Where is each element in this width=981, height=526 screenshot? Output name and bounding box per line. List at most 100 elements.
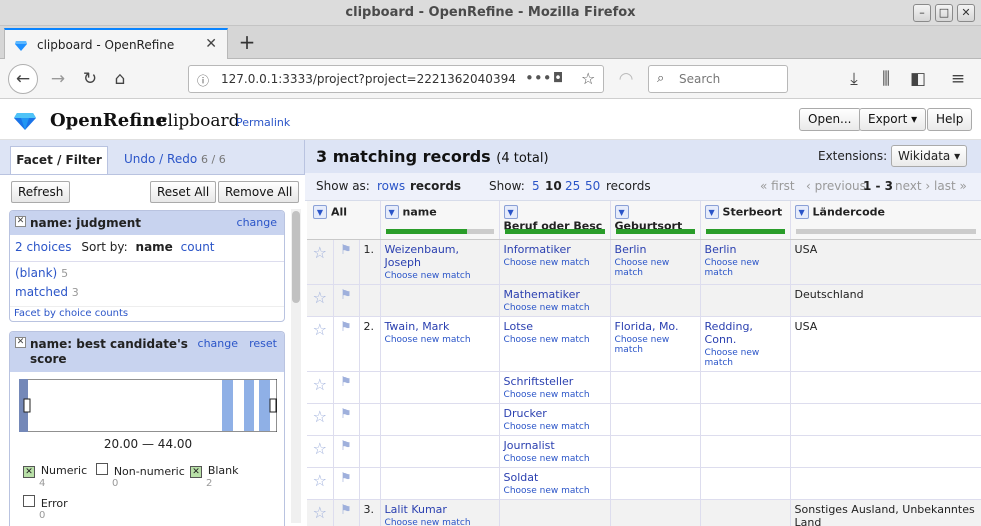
reconciled-link[interactable]: Lotse [504,320,606,333]
column-menu-icon[interactable]: ▼ [384,205,399,219]
check-blank[interactable]: ✕ Blank 2 [190,463,270,489]
reconciled-link[interactable]: Weizenbaum, Joseph [385,243,495,269]
column-menu-icon[interactable]: ▼ [794,205,809,219]
page-size-10[interactable]: 10 [545,179,562,193]
page-size-50[interactable]: 50 [585,179,600,193]
checkbox-icon[interactable] [23,495,35,507]
openrefine-logo-icon[interactable] [14,112,36,130]
choose-new-match-link[interactable]: Choose new match [385,271,495,281]
checkbox-icon[interactable] [96,463,108,475]
sort-by-name[interactable]: name [136,240,173,254]
home-icon[interactable]: ⌂ [106,65,134,93]
menu-icon[interactable]: ≡ [944,65,972,93]
facet-choice-label[interactable]: matched [15,285,68,299]
sidebar-icon[interactable]: ◧ [904,65,932,93]
choose-new-match-link[interactable]: Choose new match [504,303,606,313]
reconciled-link[interactable]: Redding, Conn. [705,320,786,346]
library-icon[interactable]: ⫼ [872,65,900,93]
flag-icon[interactable]: ⚑ [338,320,355,335]
facet-change-link[interactable]: change [237,216,277,229]
sort-by-count[interactable]: count [181,240,215,254]
downloads-icon[interactable]: ⤓ [840,65,868,93]
facet-choice[interactable]: matched 3 [10,284,284,306]
url-text[interactable]: 127.0.0.1:3333/project?project=222136204… [221,72,516,86]
tab-facet-filter[interactable]: Facet / Filter [10,146,108,174]
column-menu-icon[interactable]: ▼ [503,205,518,219]
reset-all-button[interactable]: Reset All [150,181,217,203]
checkbox-checked-icon[interactable]: ✕ [190,466,202,478]
tab-close-icon[interactable]: ✕ [205,36,217,52]
page-size-25[interactable]: 25 [565,179,580,193]
star-icon[interactable]: ☆ [311,407,329,426]
show-as-records[interactable]: records [410,179,461,193]
check-non-numeric[interactable]: Non-numeric 0 [96,463,186,489]
choose-new-match-link[interactable]: Choose new match [504,335,606,345]
tab-undo-redo[interactable]: Undo / Redo 6 / 6 [124,152,226,166]
pocket-icon[interactable]: ◘ [553,71,563,86]
reconciled-link[interactable]: Mathematiker [504,288,606,301]
remove-facet-icon[interactable]: ✕ [15,216,26,227]
check-numeric[interactable]: ✕ Numeric 4 [23,463,103,489]
facet-choice[interactable]: (blank) 5 [10,262,284,284]
site-info-icon[interactable]: ⓘ [197,72,209,89]
reconciled-link[interactable]: Florida, Mo. [615,320,696,333]
remove-facet-icon[interactable]: ✕ [15,337,26,348]
new-tab-icon[interactable]: + [236,30,258,54]
choose-new-match-link[interactable]: Choose new match [504,258,606,268]
choose-new-match-link[interactable]: Choose new match [615,335,696,355]
undo-redo-label[interactable]: Undo / Redo [124,152,197,166]
help-button[interactable]: Help [927,108,973,131]
checkbox-checked-icon[interactable]: ✕ [23,466,35,478]
reconciled-link[interactable]: Drucker [504,407,606,420]
star-icon[interactable]: ☆ [311,375,329,394]
choose-new-match-link[interactable]: Choose new match [504,454,606,464]
flag-icon[interactable]: ⚑ [338,407,355,422]
show-as-rows[interactable]: rows [377,179,405,193]
page-size-5[interactable]: 5 [532,179,540,193]
score-histogram[interactable] [19,379,277,432]
choose-new-match-link[interactable]: Choose new match [504,422,606,432]
facet-choice-label[interactable]: (blank) [15,266,57,280]
pager-first[interactable]: « first [760,179,795,193]
forward-icon[interactable]: → [44,65,72,93]
column-menu-icon[interactable]: ▼ [704,205,719,219]
star-icon[interactable]: ☆ [311,288,329,307]
star-icon[interactable]: ☆ [311,243,329,262]
choices-count-link[interactable]: 2 choices [15,240,72,254]
refresh-button[interactable]: Refresh [11,181,71,203]
flag-icon[interactable]: ⚑ [338,288,355,303]
star-icon[interactable]: ☆ [311,471,329,490]
reconciled-link[interactable]: Berlin [705,243,786,256]
flag-icon[interactable]: ⚑ [338,471,355,486]
choose-new-match-link[interactable]: Choose new match [705,348,786,368]
reconciled-link[interactable]: Lalit Kumar [385,503,495,516]
choose-new-match-link[interactable]: Choose new match [504,486,606,496]
reconciled-link[interactable]: Journalist [504,439,606,452]
reconciled-link[interactable]: Twain, Mark [385,320,495,333]
wikidata-extension-button[interactable]: Wikidata ▾ [891,145,968,167]
reconciled-link[interactable]: Schriftsteller [504,375,606,388]
choose-new-match-link[interactable]: Choose new match [385,335,495,345]
facet-change-link[interactable]: change [198,337,238,350]
choose-new-match-link[interactable]: Choose new match [705,258,786,278]
facet-reset-link[interactable]: reset [249,337,277,350]
facet-scrollbar[interactable] [291,209,301,523]
star-icon[interactable]: ☆ [311,439,329,458]
reload-icon[interactable]: ↻ [76,65,104,93]
app-logo-text[interactable]: OpenRefine [50,110,167,131]
pager-last[interactable]: last » [934,179,967,193]
close-icon[interactable]: ✕ [957,4,975,22]
choose-new-match-link[interactable]: Choose new match [504,390,606,400]
column-menu-icon[interactable]: ▼ [313,205,327,219]
search-input[interactable]: ⌕ Search [648,65,788,93]
maximize-icon[interactable]: □ [935,4,953,22]
page-actions-icon[interactable]: ••• [525,69,552,87]
flag-icon[interactable]: ⚑ [338,439,355,454]
bookmark-star-icon[interactable]: ☆ [581,69,595,88]
flag-icon[interactable]: ⚑ [338,503,355,518]
reconciled-link[interactable]: Informatiker [504,243,606,256]
open-button[interactable]: Open... [799,108,861,131]
export-button[interactable]: Export ▾ [859,108,927,131]
check-error[interactable]: Error 0 [23,495,103,521]
pager-next[interactable]: next › [895,179,930,193]
